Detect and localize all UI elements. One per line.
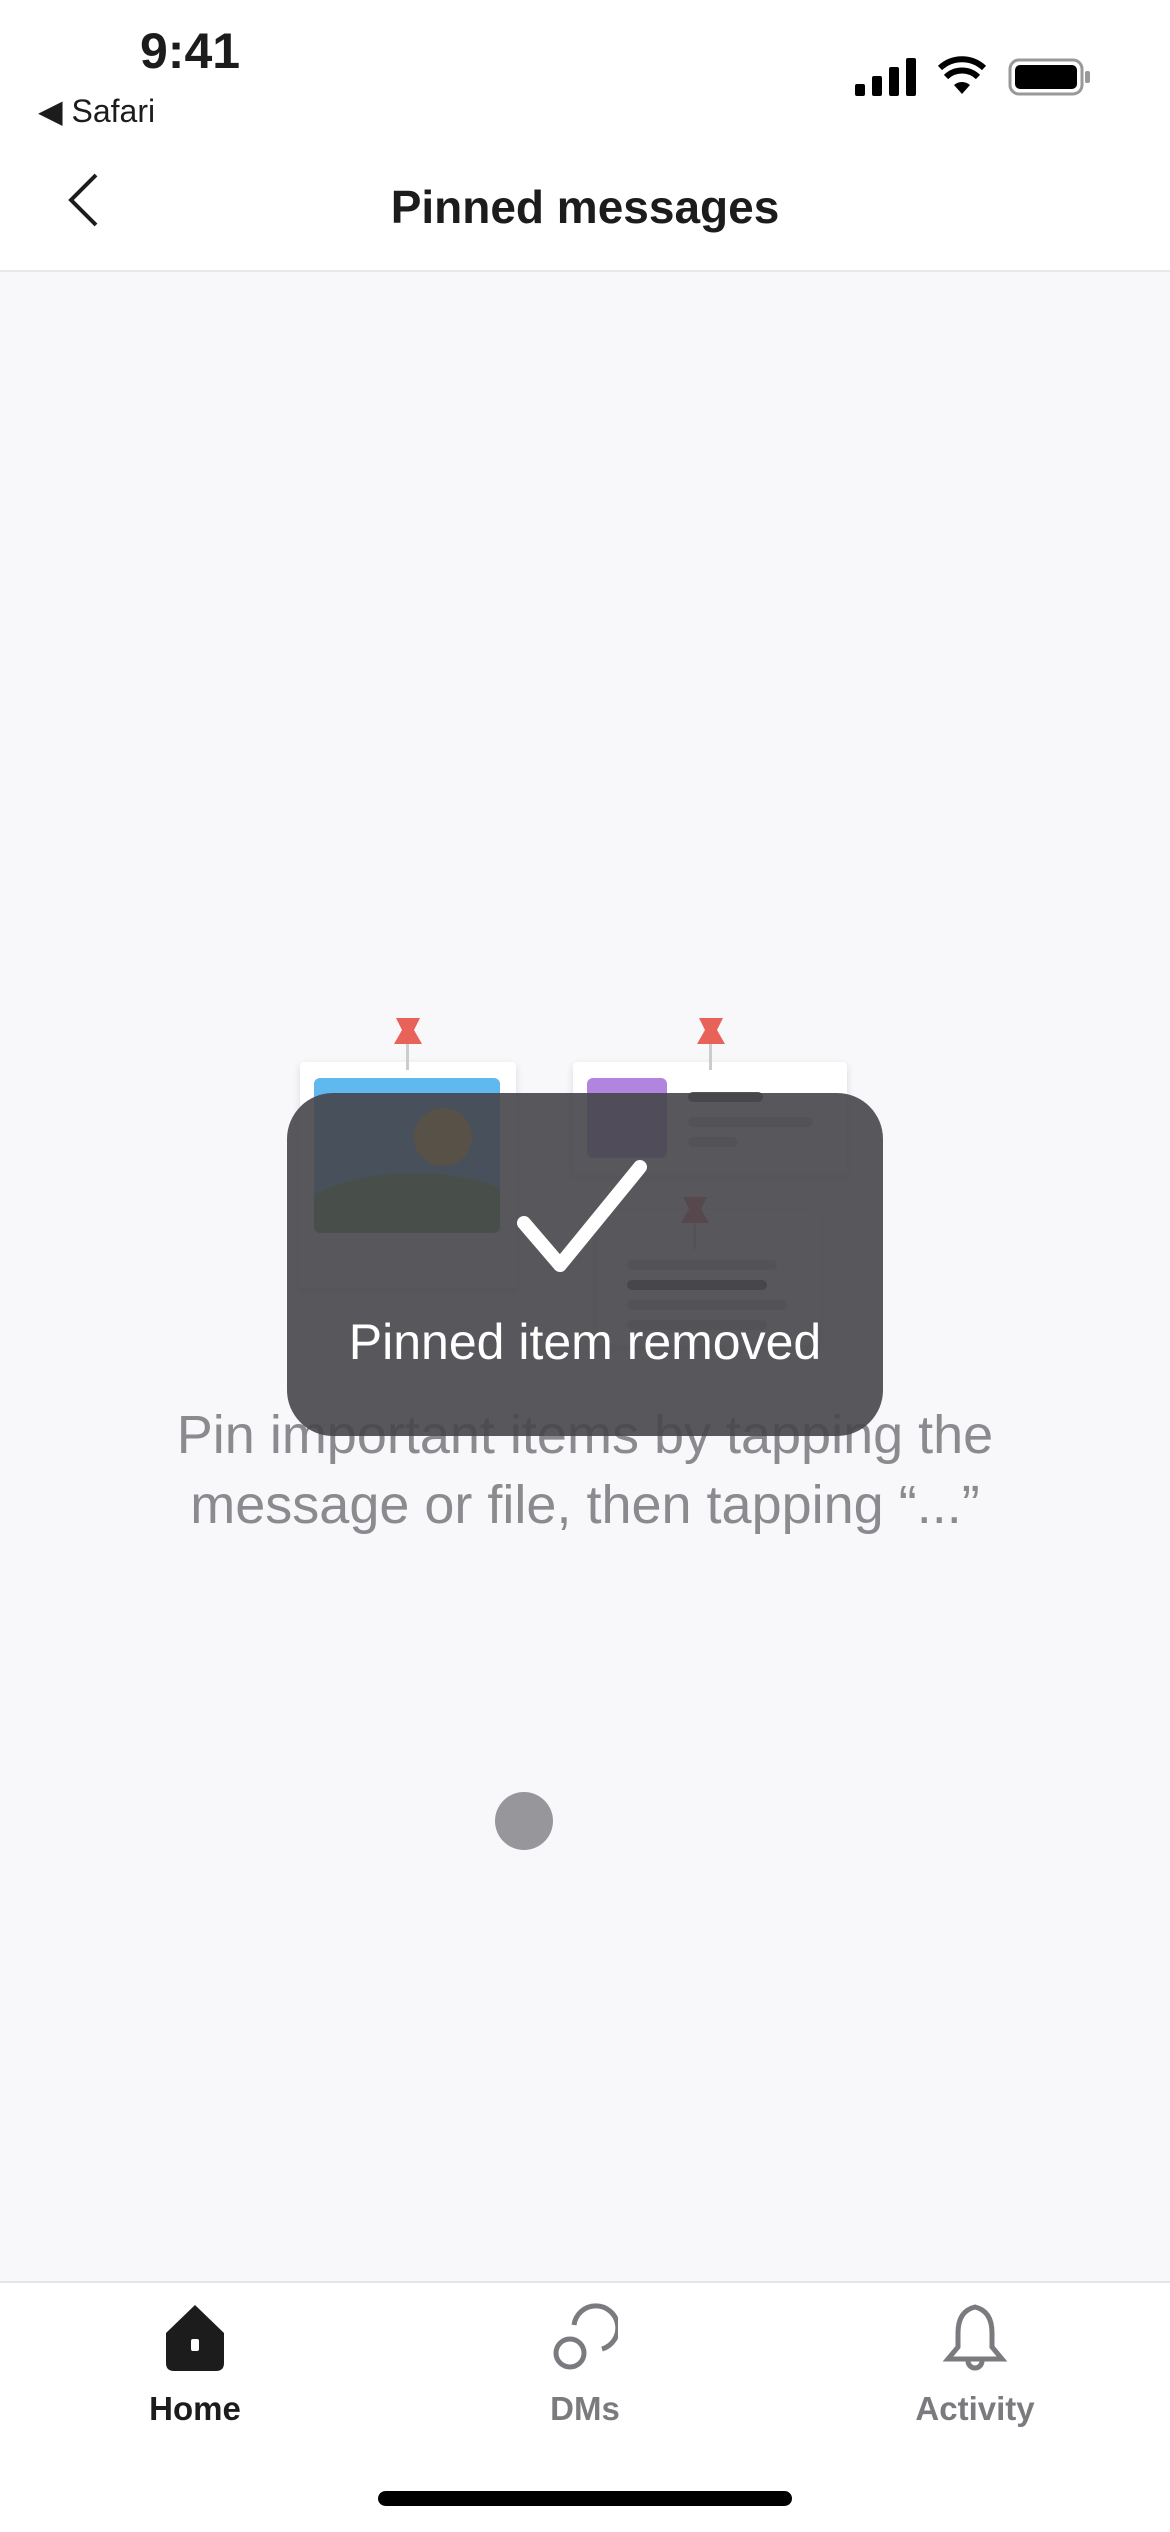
toast-message: Pinned item removed — [348, 1314, 822, 1370]
tab-activity[interactable]: Activity — [780, 2303, 1170, 2428]
tab-label: Activity — [915, 2390, 1035, 2427]
toast: Pinned item removed — [287, 1093, 883, 1436]
home-indicator[interactable] — [378, 2491, 792, 2506]
back-app-label: Safari — [71, 93, 156, 129]
tab-label: DMs — [550, 2390, 620, 2427]
status-bar: 9:41 ◀ Safari — [0, 0, 1170, 150]
dms-icon — [553, 2303, 621, 2370]
page-title: Pinned messages — [390, 181, 780, 233]
battery-icon — [1008, 58, 1090, 96]
bell-icon — [942, 2304, 1008, 2371]
tab-dms[interactable]: DMs — [390, 2303, 780, 2428]
pin-icon — [697, 1018, 725, 1070]
wifi-icon — [938, 56, 986, 94]
home-icon — [166, 2305, 224, 2371]
touch-indicator — [495, 1792, 553, 1850]
checkmark-icon — [517, 1160, 647, 1272]
back-to-safari[interactable]: ◀ Safari — [38, 92, 155, 130]
signal-icon — [855, 58, 916, 96]
pin-icon — [394, 1018, 422, 1070]
tab-label: Home — [149, 2390, 241, 2427]
status-time: 9:41 — [140, 23, 241, 79]
tab-home[interactable]: Home — [0, 2303, 390, 2428]
